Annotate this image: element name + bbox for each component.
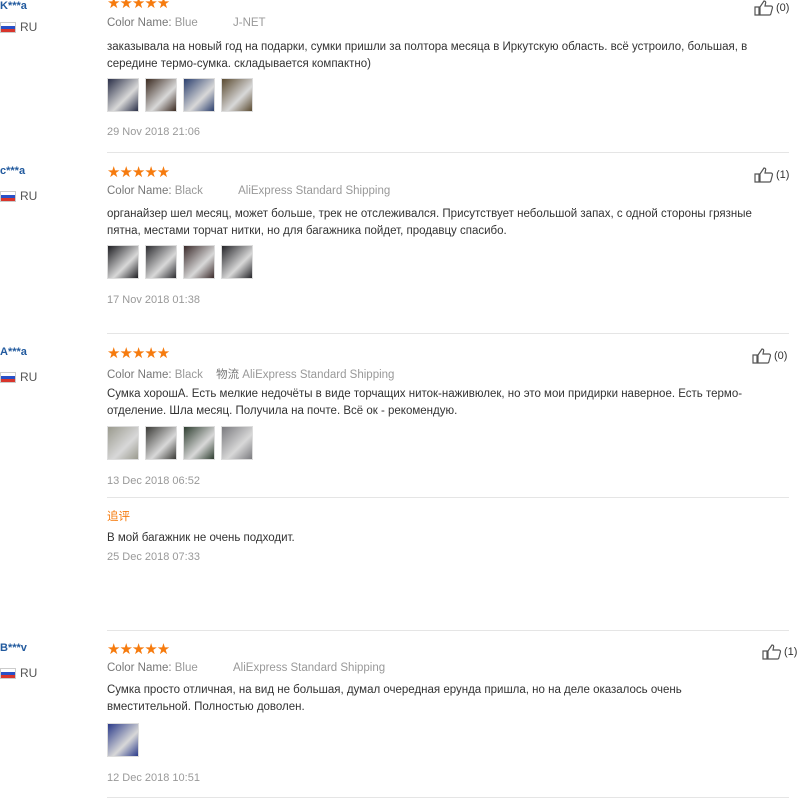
review-photos [107, 78, 253, 112]
sku-info: Color Name: Blue AliExpress Standard Shi… [107, 662, 385, 674]
review-photo[interactable] [107, 426, 139, 460]
review-photos [107, 723, 139, 757]
thumbs-up-icon [754, 0, 774, 16]
color-value: Blue [174, 662, 198, 674]
color-value: Black [174, 369, 203, 381]
additional-review-date: 25 Dec 2018 07:33 [107, 551, 200, 563]
color-name-label: Color Name: [107, 369, 172, 381]
review-photo[interactable] [145, 426, 177, 460]
review-4: B***v RU ★★★★★ Color Name: Blue AliExpre… [0, 642, 800, 792]
country-code: RU [20, 370, 38, 384]
country-code: RU [20, 189, 38, 203]
review-photo[interactable] [183, 426, 215, 460]
rating-stars: ★★★★★ [107, 641, 170, 658]
country-code: RU [20, 20, 38, 34]
reviewer-country: RU [0, 189, 37, 203]
review-separator [107, 630, 789, 631]
helpful-count: (1) [784, 646, 798, 658]
reviewer-name[interactable]: A***a [0, 346, 27, 358]
shipping-method: AliExpress Standard Shipping [233, 662, 386, 674]
review-photo[interactable] [221, 245, 253, 279]
sku-info: Color Name: Black 物流 AliExpress Standard… [107, 366, 394, 382]
review-1: K***a RU ★★★★★ Color Name: Blue J-NET за… [0, 0, 800, 150]
shipping-prefix: 物流 [216, 369, 240, 381]
helpful-button[interactable]: (1) [762, 644, 797, 660]
rating-stars: ★★★★★ [107, 164, 170, 181]
shipping-method: AliExpress Standard Shipping [242, 369, 395, 381]
review-text: Сумка просто отличная, на вид не большая… [107, 684, 682, 713]
russia-flag-icon [0, 21, 16, 33]
review-photo[interactable] [183, 245, 215, 279]
review-photo[interactable] [107, 78, 139, 112]
review-photo[interactable] [183, 78, 215, 112]
sku-info: Color Name: Blue J-NET [107, 17, 266, 29]
color-value: Black [174, 185, 203, 197]
sku-info: Color Name: Black AliExpress Standard Sh… [107, 185, 390, 197]
helpful-button[interactable]: (0) [754, 0, 789, 16]
rating-stars: ★★★★★ [107, 345, 170, 362]
russia-flag-icon [0, 371, 16, 383]
russia-flag-icon [0, 667, 16, 679]
review-photo[interactable] [145, 78, 177, 112]
review-photos [107, 426, 253, 460]
review-photo[interactable] [221, 78, 253, 112]
color-value: Blue [174, 17, 198, 29]
helpful-count: (0) [776, 2, 790, 14]
thumbs-up-icon [762, 644, 782, 660]
review-photo[interactable] [221, 426, 253, 460]
helpful-count: (1) [776, 169, 790, 181]
reviewer-name[interactable]: K***a [0, 0, 27, 12]
reviewer-country: RU [0, 666, 37, 680]
helpful-count: (0) [774, 350, 788, 362]
review-separator-inner [107, 497, 789, 498]
review-photos [107, 245, 253, 279]
review-text: заказывала на новый год на подарки, сумк… [107, 41, 748, 70]
review-date: 13 Dec 2018 06:52 [107, 475, 200, 487]
reviewer-country: RU [0, 20, 37, 34]
helpful-button[interactable]: (0) [752, 348, 787, 364]
additional-review-label: 追评 [107, 511, 130, 523]
review-photo[interactable] [145, 245, 177, 279]
color-name-label: Color Name: [107, 185, 172, 197]
review-separator [107, 333, 789, 334]
color-name-label: Color Name: [107, 662, 172, 674]
color-name-label: Color Name: [107, 17, 172, 29]
thumbs-up-icon [754, 167, 774, 183]
review-photo[interactable] [107, 245, 139, 279]
review-text: органайзер шел месяц, может больше, трек… [107, 208, 752, 237]
helpful-button[interactable]: (1) [754, 167, 789, 183]
review-date: 17 Nov 2018 01:38 [107, 294, 200, 306]
thumbs-up-icon [752, 348, 772, 364]
review-date: 29 Nov 2018 21:06 [107, 126, 200, 138]
shipping-method: J-NET [233, 17, 266, 29]
russia-flag-icon [0, 190, 16, 202]
additional-review-text: В мой багажник не очень подходит. [107, 532, 295, 544]
review-2: c***a RU ★★★★★ Color Name: Black AliExpr… [0, 165, 800, 315]
review-photo[interactable] [107, 723, 139, 757]
review-date: 12 Dec 2018 10:51 [107, 772, 200, 784]
shipping-method: AliExpress Standard Shipping [238, 185, 391, 197]
reviewer-name[interactable]: B***v [0, 642, 27, 654]
reviewer-country: RU [0, 370, 37, 384]
rating-stars: ★★★★★ [107, 0, 170, 12]
review-separator [107, 152, 789, 153]
review-3: A***a RU ★★★★★ Color Name: Black 物流 AliE… [0, 346, 800, 576]
review-text: Сумка хорошА. Есть мелкие недочёты в вид… [107, 388, 743, 417]
country-code: RU [20, 666, 38, 680]
reviewer-name[interactable]: c***a [0, 165, 25, 177]
review-separator [107, 797, 789, 798]
